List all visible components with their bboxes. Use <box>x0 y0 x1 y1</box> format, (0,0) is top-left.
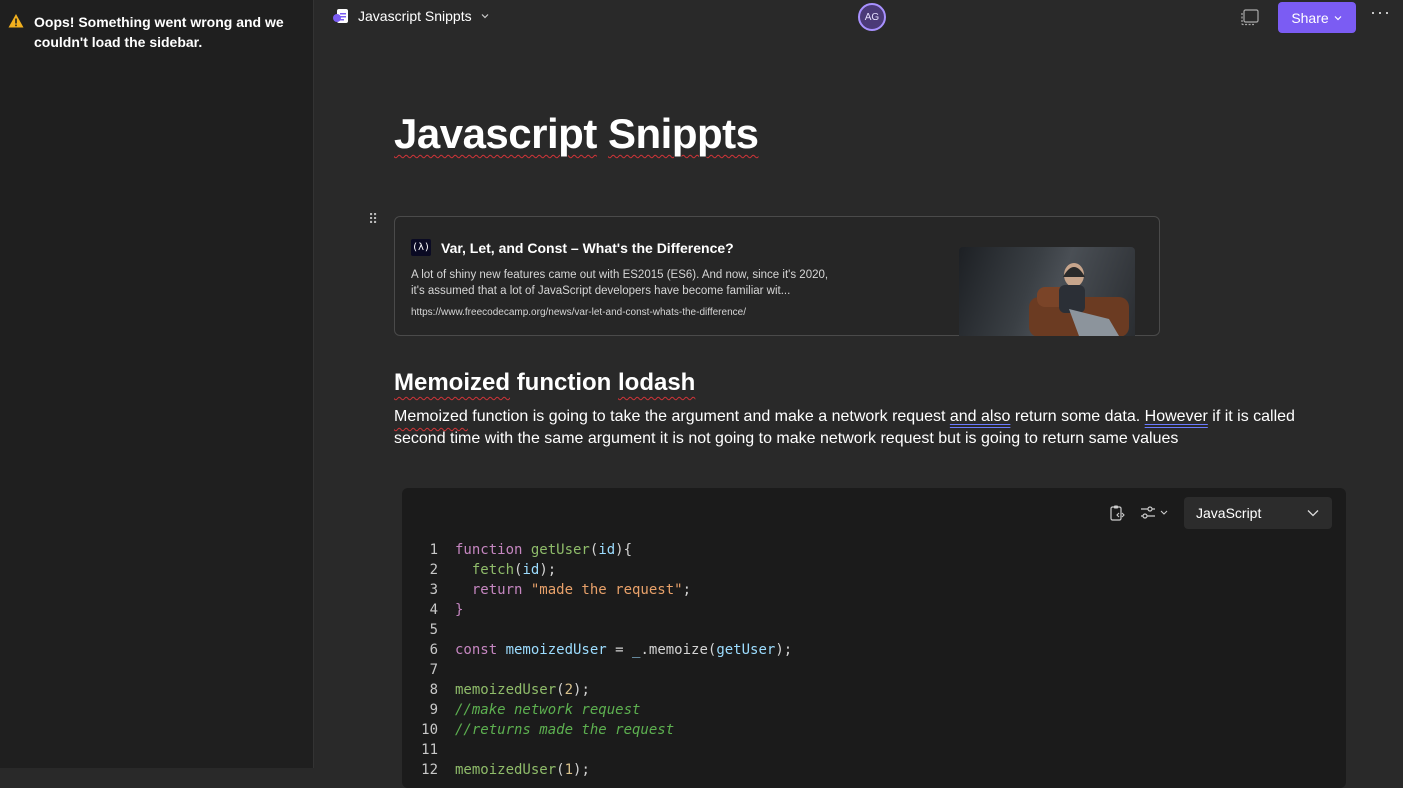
line-number: 5 <box>429 622 438 638</box>
link-card-title: Var, Let, and Const – What's the Differe… <box>441 239 734 256</box>
sidebar-error: Oops! Something went wrong and we couldn… <box>8 12 298 52</box>
heading-word: function <box>516 369 612 396</box>
paragraph-segment: function is going to take the argument a… <box>467 408 950 425</box>
freecodecamp-logo-icon: (λ) <box>411 239 431 256</box>
chevron-down-icon <box>1334 15 1342 20</box>
line-number: 7 <box>429 662 438 678</box>
code-token: .memoize( <box>640 642 717 658</box>
line-number: 1 <box>429 542 438 558</box>
document-title: Javascript Snippts <box>358 8 472 24</box>
code-token: ); <box>573 762 590 778</box>
code-line: 6 const memoizedUser = _.memoize(getUser… <box>416 640 793 660</box>
section-heading[interactable]: Memoized function lodash <box>394 369 695 397</box>
code-line: 9 //make network request <box>416 700 792 720</box>
sidebar-error-message: Oops! Something went wrong and we couldn… <box>34 14 284 50</box>
code-line: 3 return "made the request"; <box>416 580 792 600</box>
share-button[interactable]: Share <box>1278 2 1356 33</box>
code-line: 5 <box>416 620 792 640</box>
sidebar: Oops! Something went wrong and we couldn… <box>0 0 314 768</box>
code-token: id <box>522 562 540 578</box>
section-paragraph[interactable]: Memoized function is going to take the a… <box>394 406 1314 450</box>
line-number: 6 <box>429 642 438 658</box>
code-token: 1 <box>564 762 574 778</box>
line-number: 9 <box>429 702 438 718</box>
paragraph-segment: and also <box>949 408 1011 425</box>
code-line: 4 } <box>416 600 792 620</box>
code-line: 12 memoizedUser(1); <box>416 760 792 780</box>
code-token: ){ <box>615 542 633 558</box>
copy-code-icon[interactable] <box>1108 504 1126 522</box>
heading-word: Memoized <box>394 369 511 396</box>
code-token: = <box>606 642 633 658</box>
code-token: getUser <box>530 542 590 558</box>
code-token: 2 <box>564 682 574 698</box>
code-token: fetch <box>455 562 515 578</box>
code-line: 8 memoizedUser(2); <box>416 680 792 700</box>
code-line: 10 //returns made the request <box>416 720 792 740</box>
page-title-word: Snippts <box>607 110 759 157</box>
heading-word: lodash <box>618 369 696 396</box>
line-number: 12 <box>421 762 438 778</box>
code-token: memoizedUser <box>455 762 557 778</box>
line-number: 4 <box>429 602 438 618</box>
link-preview-card[interactable]: (λ) Var, Let, and Const – What's the Dif… <box>394 216 1160 336</box>
line-number: 2 <box>429 562 438 578</box>
link-card-header: (λ) Var, Let, and Const – What's the Dif… <box>411 239 734 256</box>
language-label: JavaScript <box>1196 505 1262 521</box>
code-token: memoizedUser <box>505 642 607 658</box>
link-card-url[interactable]: https://www.freecodecamp.org/news/var-le… <box>411 307 746 318</box>
code-line: 7 <box>416 660 792 680</box>
paragraph-segment: However <box>1144 408 1208 425</box>
code-line: 2 fetch(id); <box>416 560 792 580</box>
code-toolbar: JavaScript <box>1108 497 1332 529</box>
paragraph-segment: Memoized <box>394 408 468 425</box>
code-token: ); <box>573 682 590 698</box>
code-line: 1 function getUser(id){ <box>416 540 792 560</box>
page-title[interactable]: Javascript Snippts <box>394 110 759 158</box>
code-token: id <box>598 542 616 558</box>
code-block[interactable]: JavaScript 1 function getUser(id){ 2 fet… <box>402 488 1346 788</box>
drag-handle-icon[interactable]: ⠿ <box>368 212 378 226</box>
code-token: ( <box>556 762 565 778</box>
link-card-thumbnail <box>959 247 1135 336</box>
code-token: } <box>455 602 464 618</box>
code-token: function <box>455 542 531 558</box>
share-label: Share <box>1291 9 1329 26</box>
language-select[interactable]: JavaScript <box>1184 497 1332 529</box>
code-comment: //make network request <box>455 702 641 718</box>
code-token: ; <box>682 582 692 598</box>
code-token: const <box>455 642 506 658</box>
code-token: ); <box>775 642 793 658</box>
link-card-description: A lot of shiny new features came out wit… <box>411 269 829 297</box>
paragraph-segment: return some data. <box>1010 408 1145 425</box>
code-token: return <box>455 582 531 598</box>
chevron-down-icon <box>1307 510 1319 517</box>
line-number: 11 <box>421 742 438 758</box>
code-token: memoizedUser <box>455 682 557 698</box>
code-token: getUser <box>716 642 776 658</box>
code-token: "made the request" <box>530 582 683 598</box>
line-number: 8 <box>429 682 438 698</box>
top-bar: Javascript Snippts AG Share ··· <box>314 0 1403 34</box>
code-token: ( <box>556 682 565 698</box>
workspace-panel-icon[interactable] <box>1240 8 1260 26</box>
code-comment: //returns made the request <box>455 722 675 738</box>
code-token: ); <box>539 562 557 578</box>
page-title-word: Javascript <box>394 110 597 157</box>
code-line: 11 <box>416 740 792 760</box>
code-lines: 1 function getUser(id){ 2 fetch(id); 3 r… <box>416 540 792 780</box>
more-options-button[interactable]: ··· <box>1370 2 1391 23</box>
document-title-menu[interactable]: Javascript Snippts <box>332 7 490 25</box>
line-number: 3 <box>429 582 438 598</box>
warning-icon <box>8 14 24 28</box>
line-number: 10 <box>421 722 438 738</box>
avatar[interactable]: AG <box>858 3 886 31</box>
loop-page-icon <box>333 9 348 23</box>
thumbnail-image-icon <box>1029 263 1129 336</box>
settings-sliders-icon[interactable] <box>1140 505 1170 521</box>
chevron-down-icon <box>481 14 489 19</box>
